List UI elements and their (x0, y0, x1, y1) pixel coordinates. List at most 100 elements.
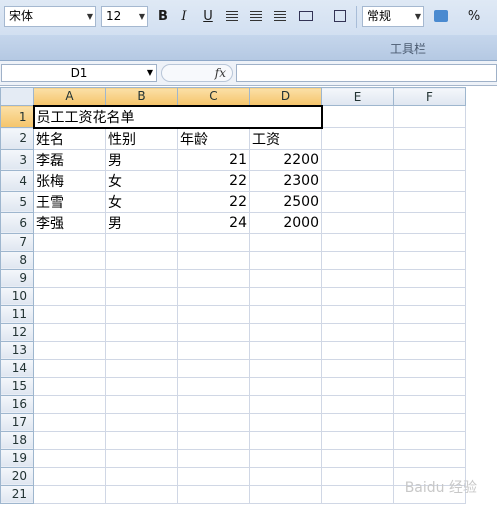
currency-format-button[interactable] (430, 6, 456, 27)
cell[interactable] (393, 148, 466, 171)
cell[interactable] (393, 394, 466, 414)
row-header[interactable]: 2 (0, 127, 34, 150)
cell[interactable] (33, 322, 106, 342)
cell[interactable] (105, 376, 178, 396)
cell[interactable]: 2000 (249, 211, 322, 234)
cell[interactable] (321, 340, 394, 360)
font-size-combo[interactable]: 12 ▼ (101, 6, 148, 27)
cell[interactable]: 女 (105, 190, 178, 213)
cell[interactable] (33, 304, 106, 324)
cell[interactable] (105, 322, 178, 342)
cell[interactable] (177, 340, 250, 360)
cell[interactable] (249, 250, 322, 270)
cell[interactable] (33, 466, 106, 486)
cell[interactable] (321, 412, 394, 432)
cell[interactable] (249, 304, 322, 324)
cell[interactable] (249, 412, 322, 432)
cell[interactable] (33, 268, 106, 288)
cell[interactable]: 男 (105, 211, 178, 234)
row-header[interactable]: 5 (0, 190, 34, 213)
cell[interactable]: 姓名 (33, 127, 106, 150)
cell[interactable]: 男 (105, 148, 178, 171)
merged-title-cell[interactable]: 员工工资花名单 (32, 104, 323, 129)
cell[interactable] (249, 448, 322, 468)
cell[interactable] (105, 484, 178, 504)
cell[interactable]: 李磊 (33, 148, 106, 171)
cell[interactable] (393, 268, 466, 288)
cell[interactable] (321, 148, 394, 171)
cell[interactable] (321, 394, 394, 414)
cell[interactable]: 工资 (249, 127, 322, 150)
cell[interactable] (105, 466, 178, 486)
cell[interactable] (33, 232, 106, 252)
cell[interactable] (105, 394, 178, 414)
cell[interactable] (105, 358, 178, 378)
row-header[interactable]: 4 (0, 169, 34, 192)
cell[interactable] (249, 358, 322, 378)
row-header[interactable]: 18 (0, 430, 34, 450)
row-header[interactable]: 10 (0, 286, 34, 306)
cell[interactable] (177, 286, 250, 306)
cell[interactable] (393, 105, 466, 128)
row-header[interactable]: 16 (0, 394, 34, 414)
column-header-b[interactable]: B (105, 87, 178, 106)
cell[interactable] (105, 430, 178, 450)
cell[interactable] (177, 304, 250, 324)
cell[interactable] (321, 484, 394, 504)
row-header[interactable]: 13 (0, 340, 34, 360)
cell[interactable] (393, 322, 466, 342)
cell[interactable] (321, 322, 394, 342)
wrap-text-button[interactable] (330, 6, 350, 27)
cell[interactable] (249, 484, 322, 504)
cell[interactable] (33, 250, 106, 270)
cell[interactable] (105, 412, 178, 432)
row-header[interactable]: 21 (0, 484, 34, 504)
cell[interactable] (249, 268, 322, 288)
cell[interactable] (249, 376, 322, 396)
column-header-e[interactable]: E (321, 87, 394, 106)
percent-button[interactable]: % (464, 6, 484, 27)
cell[interactable]: 21 (177, 148, 250, 171)
cell[interactable] (393, 169, 466, 192)
cell[interactable]: 22 (177, 190, 250, 213)
cell[interactable] (33, 484, 106, 504)
row-header[interactable]: 9 (0, 268, 34, 288)
cell[interactable] (33, 358, 106, 378)
row-header[interactable]: 3 (0, 148, 34, 171)
cell[interactable] (33, 430, 106, 450)
row-header[interactable]: 14 (0, 358, 34, 378)
cell[interactable] (177, 484, 250, 504)
cell[interactable] (33, 412, 106, 432)
cell[interactable] (393, 376, 466, 396)
cell[interactable] (33, 448, 106, 468)
formula-input[interactable] (236, 64, 497, 82)
cell[interactable] (321, 466, 394, 486)
cell[interactable] (177, 358, 250, 378)
cell[interactable]: 女 (105, 169, 178, 192)
cell[interactable] (393, 358, 466, 378)
column-header-f[interactable]: F (393, 87, 466, 106)
cell[interactable] (393, 340, 466, 360)
merge-center-button[interactable] (296, 6, 320, 27)
cell[interactable] (33, 286, 106, 306)
font-name-combo[interactable]: 宋体 ▼ (4, 6, 96, 27)
cell[interactable] (321, 286, 394, 306)
cell[interactable] (393, 190, 466, 213)
insert-function-control[interactable]: fx (161, 64, 233, 82)
cell[interactable] (321, 304, 394, 324)
cell[interactable] (105, 286, 178, 306)
cell[interactable] (321, 448, 394, 468)
name-box[interactable]: D1 ▼ (1, 64, 157, 82)
cell[interactable] (321, 232, 394, 252)
cell[interactable] (321, 169, 394, 192)
cell[interactable] (105, 268, 178, 288)
cell[interactable] (249, 232, 322, 252)
row-header[interactable]: 7 (0, 232, 34, 252)
row-header[interactable]: 19 (0, 448, 34, 468)
cell[interactable] (177, 268, 250, 288)
cell[interactable] (177, 412, 250, 432)
cell[interactable] (105, 448, 178, 468)
cell[interactable] (393, 250, 466, 270)
cell[interactable]: 张梅 (33, 169, 106, 192)
cell[interactable]: 性别 (105, 127, 178, 150)
